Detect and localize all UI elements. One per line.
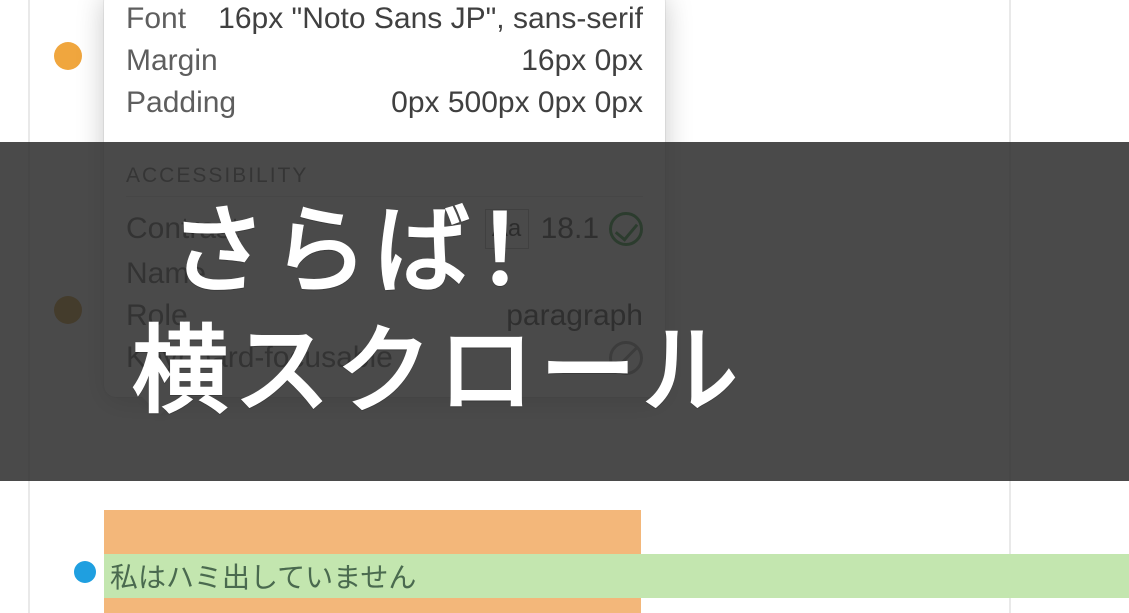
content-highlight: 私はハミ出していません	[104, 554, 1129, 598]
tooltip-row-margin: Margin 16px 0px	[126, 40, 643, 82]
margin-label: Margin	[126, 44, 218, 78]
tooltip-row-font: Font 16px "Noto Sans JP", sans-serif	[126, 0, 643, 40]
overlay-line-2: 横スクロール	[0, 312, 1129, 432]
margin-highlight-bottom	[104, 598, 641, 613]
tooltip-row-padding: Padding 0px 500px 0px 0px	[126, 82, 643, 124]
bullet-icon	[74, 561, 96, 583]
margin-value: 16px 0px	[521, 44, 643, 78]
title-overlay: さらば！ 横スクロール	[0, 142, 1129, 481]
padding-label: Padding	[126, 86, 236, 120]
margin-highlight	[104, 510, 641, 554]
overlay-line-1: さらば！	[0, 192, 1129, 312]
font-value: 16px "Noto Sans JP", sans-serif	[218, 2, 643, 36]
content-text: 私はハミ出していません	[110, 556, 416, 596]
font-label: Font	[126, 2, 186, 36]
canvas: 私はハミ出していません Font 16px "Noto Sans JP", sa…	[0, 0, 1129, 613]
padding-value: 0px 500px 0px 0px	[391, 86, 643, 120]
bullet-icon	[54, 42, 82, 70]
